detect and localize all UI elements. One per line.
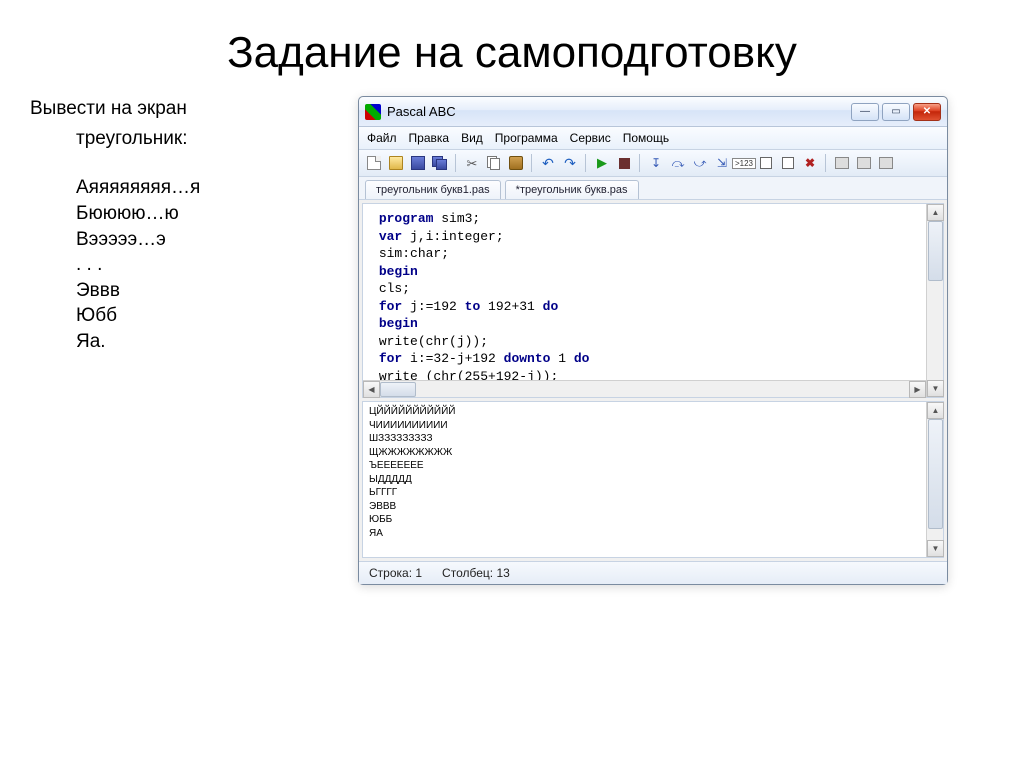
trace-button[interactable]: ⇲ <box>713 154 731 172</box>
maximize-button[interactable]: ▭ <box>882 103 910 121</box>
copy-button[interactable] <box>485 154 503 172</box>
step-into-button[interactable]: ↧ <box>647 154 665 172</box>
tool-button-3[interactable] <box>877 154 895 172</box>
tabbar: треугольник букв1.pas *треугольник букв.… <box>359 177 947 200</box>
output-line: ЮББ <box>369 514 392 525</box>
output-line: ЫДДДДД <box>369 474 412 485</box>
menubar: Файл Правка Вид Программа Сервис Помощь <box>359 127 947 150</box>
save-all-button[interactable] <box>431 154 449 172</box>
toolbar: ✂ ↶ ↷ ▶ ↧ ⤼ ⤻ ⇲ >123 ✖ <box>359 150 947 177</box>
window-icon <box>782 157 794 169</box>
output-line: ЯА <box>369 528 383 539</box>
task-line: Юбб <box>76 303 340 329</box>
clear-button[interactable]: ✖ <box>801 154 819 172</box>
run-button[interactable]: ▶ <box>593 154 611 172</box>
statusbar: Строка: 1 Столбец: 13 <box>359 561 947 584</box>
paste-button[interactable] <box>507 154 525 172</box>
scroll-right-icon[interactable]: ▶ <box>909 381 926 398</box>
scrollbar-thumb[interactable] <box>928 419 943 529</box>
status-row: Строка: 1 <box>369 566 422 580</box>
code-editor[interactable]: program sim3; var j,i:integer; sim:char;… <box>362 203 944 398</box>
undo-button[interactable]: ↶ <box>539 154 557 172</box>
output-line: ЧИИИИИИИИИИ <box>369 420 448 431</box>
cut-button[interactable]: ✂ <box>463 154 481 172</box>
tool-icon <box>835 157 849 169</box>
minimize-button[interactable]: — <box>851 103 879 121</box>
output-line: ЪЕЕЕЕЕЕЕ <box>369 460 424 471</box>
task-line: . . . <box>76 252 340 278</box>
output-line: ЩЖЖЖЖЖЖЖЖ <box>369 447 452 458</box>
output-panel: ЦЙЙЙЙЙЙЙЙЙЙЙ ЧИИИИИИИИИИ ШЗЗЗЗЗЗЗЗЗ ЩЖЖЖ… <box>362 401 944 558</box>
file-tab-1[interactable]: треугольник букв1.pas <box>365 180 501 199</box>
play-icon: ▶ <box>597 155 607 171</box>
output-line: ЭВВВ <box>369 501 396 512</box>
output-line: ЬГГГГ <box>369 487 397 498</box>
redo-button[interactable]: ↷ <box>561 154 579 172</box>
scroll-down-icon[interactable]: ▼ <box>927 540 944 557</box>
trace-icon: ⇲ <box>717 156 727 170</box>
stop-button[interactable] <box>615 154 633 172</box>
tool-icon <box>857 157 871 169</box>
clear-icon: ✖ <box>805 156 815 170</box>
file-tab-2[interactable]: *треугольник букв.pas <box>505 180 639 199</box>
task-line: Бюююю…ю <box>76 201 340 227</box>
task-line: Аяяяяяяяя…я <box>76 175 340 201</box>
menu-view[interactable]: Вид <box>461 131 483 145</box>
vertical-scrollbar[interactable]: ▲ ▼ <box>926 402 943 557</box>
stop-icon <box>619 158 630 169</box>
save-button[interactable] <box>409 154 427 172</box>
undo-icon: ↶ <box>542 156 554 170</box>
scroll-left-icon[interactable]: ◀ <box>363 381 380 398</box>
menu-file[interactable]: Файл <box>367 131 397 145</box>
tag-button[interactable]: >123 <box>735 154 753 172</box>
scroll-up-icon[interactable]: ▲ <box>927 204 944 221</box>
output-line: ШЗЗЗЗЗЗЗЗЗ <box>369 433 433 444</box>
slide-title: Задание на самоподготовку <box>0 0 1024 96</box>
task-line: Яа. <box>76 329 340 355</box>
scrollbar-thumb[interactable] <box>928 221 943 281</box>
scissors-icon: ✂ <box>467 157 478 170</box>
status-col: Столбец: 13 <box>442 566 510 580</box>
task-line: Вэээээ…э <box>76 227 340 253</box>
step-into-icon: ↧ <box>651 156 661 170</box>
step-out-icon: ⤻ <box>694 156 707 171</box>
tool-button-1[interactable] <box>833 154 851 172</box>
step-over-button[interactable]: ⤼ <box>669 154 687 172</box>
open-file-button[interactable] <box>387 154 405 172</box>
output-line: ЦЙЙЙЙЙЙЙЙЙЙЙ <box>369 406 455 417</box>
scrollbar-thumb[interactable] <box>380 382 416 397</box>
titlebar[interactable]: Pascal ABC — ▭ ✕ <box>359 97 947 127</box>
new-file-button[interactable] <box>365 154 383 172</box>
redo-icon: ↷ <box>564 156 576 170</box>
window-button[interactable] <box>779 154 797 172</box>
horizontal-scrollbar[interactable]: ◀ ▶ <box>363 380 926 397</box>
menu-edit[interactable]: Правка <box>409 131 450 145</box>
close-button[interactable]: ✕ <box>913 103 941 121</box>
menu-help[interactable]: Помощь <box>623 131 669 145</box>
task-line: Эввв <box>76 278 340 304</box>
panel-button[interactable] <box>757 154 775 172</box>
tag-icon: >123 <box>732 158 756 169</box>
paste-icon <box>509 156 523 170</box>
tool-button-2[interactable] <box>855 154 873 172</box>
scroll-down-icon[interactable]: ▼ <box>927 380 944 397</box>
app-icon <box>365 104 381 120</box>
panel-icon <box>760 157 772 169</box>
menu-service[interactable]: Сервис <box>570 131 611 145</box>
step-over-icon: ⤼ <box>672 156 685 171</box>
task-description: Вывести на экран треугольник: Аяяяяяяяя…… <box>30 96 340 585</box>
window-title: Pascal ABC <box>387 104 845 119</box>
vertical-scrollbar[interactable]: ▲ ▼ <box>926 204 943 397</box>
menu-program[interactable]: Программа <box>495 131 558 145</box>
tool-icon <box>879 157 893 169</box>
step-out-button[interactable]: ⤻ <box>691 154 709 172</box>
copy-icon <box>487 156 501 170</box>
ide-window: Pascal ABC — ▭ ✕ Файл Правка Вид Програм… <box>358 96 948 585</box>
scroll-up-icon[interactable]: ▲ <box>927 402 944 419</box>
task-lead: Вывести на экран <box>30 96 340 122</box>
task-lead2: треугольник: <box>76 126 340 152</box>
